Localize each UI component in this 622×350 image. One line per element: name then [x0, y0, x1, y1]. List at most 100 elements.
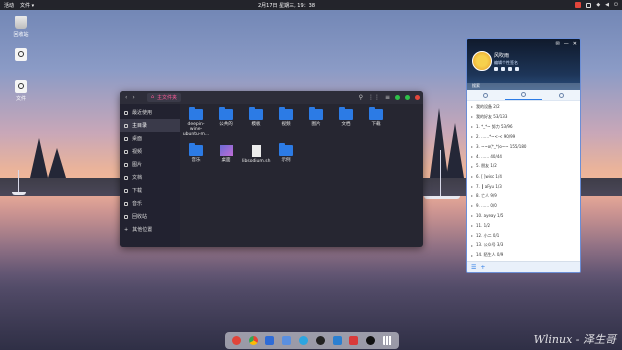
- list-item[interactable]: ▸ 8. 亡人 9/9: [467, 191, 580, 201]
- desktop-icon-trash[interactable]: 回收站: [8, 16, 34, 38]
- list-item[interactable]: ▸ 2. ……*~<·< 90/99: [467, 132, 580, 142]
- minimize-button[interactable]: —: [564, 41, 569, 47]
- file-label: 公共的: [219, 122, 233, 127]
- mail-icon[interactable]: ✉: [556, 41, 560, 47]
- clock-icon: [124, 110, 128, 115]
- file-item[interactable]: 桌面: [212, 145, 240, 163]
- qq-search-input[interactable]: 搜索: [467, 83, 580, 90]
- sidebar-item-other-locations[interactable]: + 其他位置: [120, 223, 180, 236]
- file-item[interactable]: 示例: [272, 143, 300, 163]
- folder-icon: [339, 107, 353, 120]
- file-item[interactable]: 音乐: [182, 143, 210, 163]
- sidebar-item-recent[interactable]: 最近使用: [120, 106, 180, 119]
- sidebar-item-label: 视频: [132, 149, 143, 155]
- close-button[interactable]: [415, 95, 420, 100]
- file-item[interactable]: 视频: [272, 107, 300, 127]
- power-icon[interactable]: ⏻: [614, 2, 618, 8]
- file-item[interactable]: 下载: [362, 107, 390, 127]
- volume-icon[interactable]: ◀: [605, 2, 609, 8]
- breadcrumb[interactable]: ⌂ 主文件夹: [146, 93, 182, 102]
- list-item[interactable]: ▸ 6. [ ]wisc 1/4: [467, 171, 580, 181]
- telegram-icon[interactable]: [299, 336, 309, 345]
- tab-messages[interactable]: [467, 90, 505, 100]
- qq-signature[interactable]: 编辑个性签名: [494, 60, 518, 66]
- qq-icon[interactable]: [315, 336, 325, 345]
- activities-button[interactable]: 活动: [4, 2, 14, 9]
- qq-icon[interactable]: [366, 336, 376, 345]
- list-item[interactable]: ▸ 12. 小二 0/1: [467, 231, 580, 241]
- sidebar-item-desktop[interactable]: 桌面: [120, 132, 180, 145]
- group-label: 我的好友 53/133: [476, 113, 508, 119]
- forward-button[interactable]: ›: [132, 94, 134, 101]
- sidebar-item-videos[interactable]: 视频: [120, 145, 180, 158]
- list-item[interactable]: ▸ 14. 陌生人 0/9: [467, 250, 580, 260]
- file-item[interactable]: libsodium.sh: [242, 145, 270, 164]
- sidebar-item-pictures[interactable]: 图片: [120, 158, 180, 171]
- minimize-button[interactable]: [395, 95, 400, 100]
- file-item[interactable]: 文档: [332, 107, 360, 127]
- tab-contacts[interactable]: [504, 90, 543, 100]
- app-grid-icon[interactable]: [383, 336, 393, 345]
- sidebar-item-home[interactable]: 主目录: [120, 119, 180, 132]
- folder-icon: [189, 107, 203, 120]
- list-item[interactable]: ▸ 9. …… 0/0: [467, 201, 580, 211]
- list-item[interactable]: ▸ 4. …… 40/44: [467, 151, 580, 161]
- list-item[interactable]: ▸ 1. *_*~ 努力 53/96: [467, 122, 580, 132]
- chrome-icon[interactable]: [248, 336, 258, 345]
- list-item[interactable]: ▸ 10. ayeay 1/5: [467, 211, 580, 221]
- tray-app-icon[interactable]: [575, 2, 582, 8]
- list-item[interactable]: ▸ 13. 公众号 3/3: [467, 240, 580, 250]
- wifi-icon[interactable]: ◆: [596, 2, 600, 8]
- sidebar-item-trash[interactable]: 回收站: [120, 210, 180, 223]
- list-item[interactable]: ▸ 11. 1/2: [467, 221, 580, 231]
- list-item[interactable]: ▸ 我的设备 2/2: [467, 102, 580, 112]
- menu-icon[interactable]: ≡: [385, 94, 390, 101]
- clock[interactable]: 2月17日 星期三, 19：38: [258, 2, 315, 9]
- close-button[interactable]: ✕: [573, 41, 577, 47]
- qq-contact-groups: ▸ 我的设备 2/2 ▸ 我的好友 53/133 ▸ 1. *_*~ 努力 53/96…: [467, 101, 580, 270]
- app-launcher-icon[interactable]: [231, 336, 241, 345]
- file-label: 图片: [311, 122, 321, 127]
- sailboat-mast: [440, 150, 441, 198]
- maximize-button[interactable]: [405, 95, 410, 100]
- app-menu[interactable]: 文件 ▾: [20, 2, 34, 9]
- avatar[interactable]: [472, 51, 492, 71]
- file-item[interactable]: 公共的: [212, 107, 240, 127]
- list-item[interactable]: ▸ 3. ~~o(*_*)o~~ 155/180: [467, 142, 580, 152]
- email-client-icon[interactable]: [265, 336, 275, 345]
- view-options-icon[interactable]: ⋮⋮: [368, 94, 380, 101]
- search-icon[interactable]: ⚲: [359, 94, 363, 101]
- desktop-icon-disc[interactable]: [8, 48, 34, 63]
- tray-clipboard-icon[interactable]: [586, 2, 592, 8]
- watermark: Wlinux - 泽生哥: [533, 333, 616, 346]
- tree-silhouette: [30, 138, 48, 178]
- group-label: 6. [ ]wisc 1/4: [476, 173, 502, 179]
- netease-music-icon[interactable]: [349, 336, 359, 345]
- qq-window: ✉ — ✕ 风吹雨 编辑个性签名 搜索 ▸ 我的设备 2/2 ▸ 我的好友 53/1…: [466, 38, 581, 273]
- sidebar-item-documents[interactable]: 文档: [120, 171, 180, 184]
- app-icon[interactable]: [494, 67, 498, 71]
- app-icon[interactable]: [501, 67, 505, 71]
- file-item[interactable]: 图片: [302, 107, 330, 127]
- list-item[interactable]: ▸ 5. 朋友 1/2: [467, 161, 580, 171]
- app-icon[interactable]: [515, 67, 519, 71]
- code-editor-icon[interactable]: [332, 336, 342, 345]
- sidebar-item-music[interactable]: 音乐: [120, 197, 180, 210]
- file-item[interactable]: 模板: [242, 107, 270, 127]
- app-icon[interactable]: [508, 67, 512, 71]
- back-button[interactable]: ‹: [125, 94, 127, 101]
- tab-groups[interactable]: [542, 90, 580, 100]
- list-item[interactable]: ▸ 我的好友 53/133: [467, 112, 580, 122]
- group-label: 3. ~~o(*_*)o~~ 155/180: [476, 144, 527, 149]
- list-item[interactable]: ▸ 7. ┃ aFyu 1/3: [467, 181, 580, 191]
- desktop-icon-files[interactable]: 文件: [8, 80, 34, 102]
- qq-tabs: [467, 90, 580, 101]
- desktop-icon-label: 回收站: [13, 32, 29, 38]
- files-icon[interactable]: [282, 336, 292, 345]
- add-icon[interactable]: +: [480, 264, 485, 271]
- file-label: 模板: [251, 122, 261, 127]
- chevron-right-icon: ▸: [471, 252, 474, 258]
- sidebar-item-downloads[interactable]: 下载: [120, 184, 180, 197]
- menu-icon[interactable]: ☰: [471, 264, 476, 271]
- file-item[interactable]: deepin-wine-ubuntu-m...: [182, 107, 210, 137]
